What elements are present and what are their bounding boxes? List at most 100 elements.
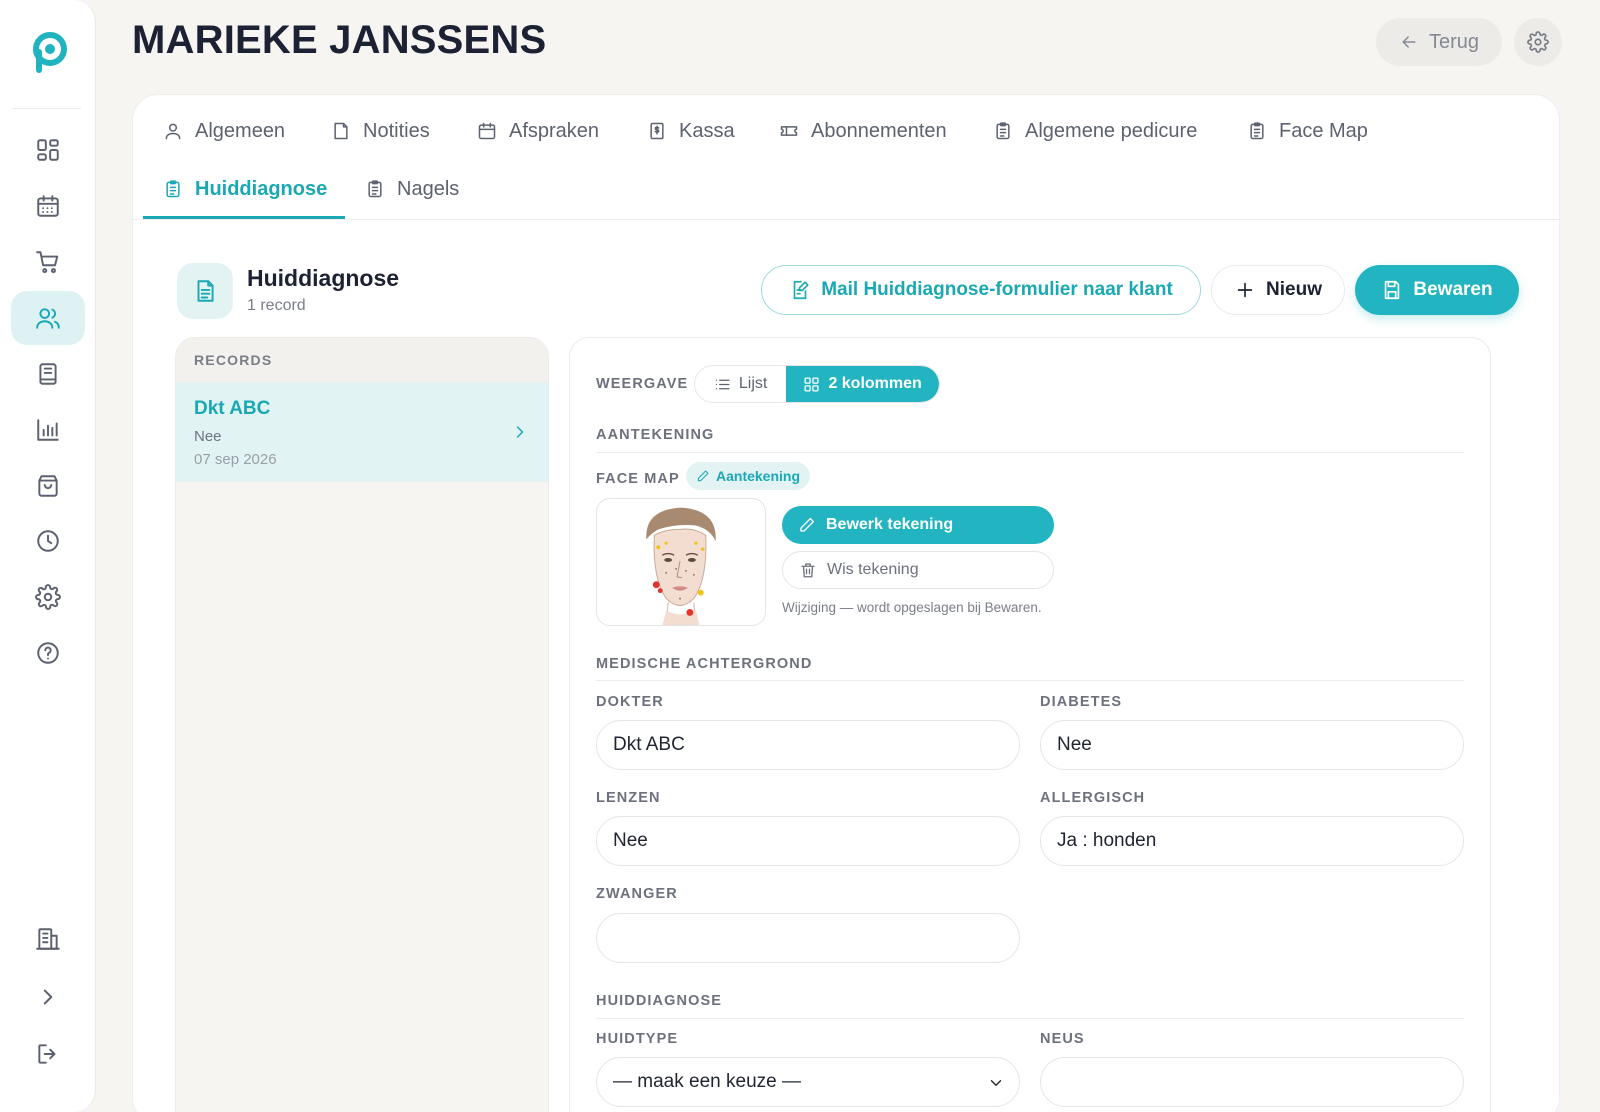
tab-label: Kassa xyxy=(679,119,735,142)
save-button[interactable]: Bewaren xyxy=(1355,265,1519,315)
record-subtitle: Nee xyxy=(194,428,222,445)
zwanger-field[interactable] xyxy=(596,913,1020,963)
section-medische-achtergrond: MEDISCHE ACHTERGROND xyxy=(596,656,813,672)
tab-abonnementen[interactable]: Abonnementen xyxy=(779,111,947,151)
nav-help[interactable] xyxy=(11,626,85,680)
nav-company[interactable] xyxy=(11,912,85,966)
zwanger-label: ZWANGER xyxy=(596,886,678,902)
gear-icon xyxy=(1527,31,1549,53)
cash-icon xyxy=(650,122,664,140)
arrow-left-icon xyxy=(1402,36,1416,48)
annotation-badge: Aantekening xyxy=(686,462,811,490)
tab-algemeen[interactable]: Algemeen xyxy=(163,111,285,151)
huidtype-select[interactable]: — maak een keuze — xyxy=(596,1057,1020,1107)
grid-icon xyxy=(804,376,819,392)
document-icon xyxy=(177,263,233,319)
app-logo[interactable] xyxy=(30,30,70,76)
edit-drawing-button[interactable]: Bewerk tekening xyxy=(782,506,1054,544)
page-title: MARIEKE JANSSENS xyxy=(132,18,547,62)
huidtype-selected-value: — maak een keuze — xyxy=(613,1071,801,1092)
section-aantekening: AANTEKENING xyxy=(596,427,715,443)
expand-sidebar-button[interactable] xyxy=(11,970,85,1024)
chart-icon xyxy=(37,419,59,441)
list-icon xyxy=(715,379,730,389)
nav-shop[interactable] xyxy=(11,459,85,513)
tab-notities[interactable]: Notities xyxy=(331,111,430,151)
gear-icon xyxy=(35,584,61,610)
new-record-label: Nieuw xyxy=(1266,279,1322,300)
tab-label: Algemeen xyxy=(195,119,286,142)
clipboard-icon xyxy=(368,180,382,198)
nav-stats[interactable] xyxy=(11,403,85,457)
view-list-option[interactable]: Lijst xyxy=(695,366,786,402)
lenzen-field[interactable]: Nee xyxy=(596,816,1020,866)
lenzen-label: LENZEN xyxy=(596,790,661,806)
nav-clients[interactable] xyxy=(11,291,85,345)
logout-button[interactable] xyxy=(11,1027,85,1081)
tab-kassa[interactable]: Kassa xyxy=(647,111,735,151)
records-panel: RECORDS Dkt ABC Nee 07 sep 2026 xyxy=(175,337,549,1112)
view-label: WEERGAVE xyxy=(596,376,689,392)
back-button-label: Terug xyxy=(1428,30,1480,53)
section-title: Huiddiagnose xyxy=(247,265,400,291)
building-icon xyxy=(36,928,60,950)
sidebar xyxy=(0,0,96,1112)
cart-icon xyxy=(36,251,59,274)
neus-label: NEUS xyxy=(1040,1031,1085,1047)
nav-dashboard[interactable] xyxy=(11,123,85,177)
clipboard-icon xyxy=(1250,122,1264,140)
tab-huiddiagnose[interactable]: Huiddiagnose xyxy=(163,169,327,209)
face-illustration xyxy=(646,507,716,625)
tab-face-map[interactable]: Face Map xyxy=(1247,111,1368,151)
tab-label: Huiddiagnose xyxy=(195,177,328,200)
user-icon xyxy=(165,123,181,140)
mail-form-button[interactable]: Mail Huiddiagnose-formulier naar klant xyxy=(761,265,1201,315)
allergisch-label: ALLERGISCH xyxy=(1040,790,1146,806)
save-icon xyxy=(1385,280,1400,300)
edit-document-icon xyxy=(793,280,809,300)
client-detail-card: Algemeen Notities Afspraken Kassa Abonne… xyxy=(132,94,1560,1112)
mail-form-label: Mail Huiddiagnose-formulier naar klant xyxy=(821,279,1173,300)
face-map-drawing[interactable] xyxy=(596,498,766,626)
chevron-down-icon xyxy=(990,1080,1002,1086)
dashboard-icon xyxy=(37,139,59,161)
nav-settings[interactable] xyxy=(11,570,85,624)
annotation-badge-label: Aantekening xyxy=(716,468,801,484)
divider xyxy=(596,1018,1464,1019)
dokter-field[interactable]: Dkt ABC xyxy=(596,720,1020,770)
record-list-item[interactable]: Dkt ABC Nee 07 sep 2026 xyxy=(176,382,548,482)
nav-calendar[interactable] xyxy=(11,179,85,233)
clipboard-icon xyxy=(996,122,1010,140)
diabetes-label: DIABETES xyxy=(1040,694,1123,710)
new-record-button[interactable]: Nieuw xyxy=(1211,265,1345,315)
tabs-divider xyxy=(133,219,1559,220)
tab-algemene-pedicure[interactable]: Algemene pedicure xyxy=(993,111,1197,151)
tab-label: Notities xyxy=(363,119,430,142)
tab-nagels[interactable]: Nagels xyxy=(365,169,459,209)
note-icon xyxy=(334,122,348,140)
help-icon xyxy=(37,642,59,664)
pencil-icon xyxy=(697,470,709,482)
book-icon xyxy=(39,363,57,385)
tab-label: Face Map xyxy=(1279,119,1368,142)
view-columns-option[interactable]: 2 kolommen xyxy=(786,366,939,402)
clock-icon xyxy=(37,530,59,552)
tab-label: Abonnementen xyxy=(811,119,947,142)
trash-icon xyxy=(801,563,815,578)
tab-afspraken[interactable]: Afspraken xyxy=(477,111,599,151)
clear-drawing-button[interactable]: Wis tekening xyxy=(782,551,1054,589)
calendar-icon xyxy=(478,122,496,140)
allergisch-field[interactable]: Ja : honden xyxy=(1040,816,1464,866)
nav-book[interactable] xyxy=(11,347,85,401)
nav-history[interactable] xyxy=(11,514,85,568)
nav-cart[interactable] xyxy=(11,235,85,289)
back-button[interactable]: Terug xyxy=(1376,18,1502,66)
calendar-icon xyxy=(37,195,59,217)
neus-field[interactable] xyxy=(1040,1057,1464,1107)
view-toggle: Lijst 2 kolommen xyxy=(694,365,940,403)
diabetes-field[interactable]: Nee xyxy=(1040,720,1464,770)
divider xyxy=(596,452,1464,453)
header-settings-button[interactable] xyxy=(1514,18,1562,66)
clear-drawing-label: Wis tekening xyxy=(827,561,919,578)
clipboard-icon xyxy=(166,180,180,198)
